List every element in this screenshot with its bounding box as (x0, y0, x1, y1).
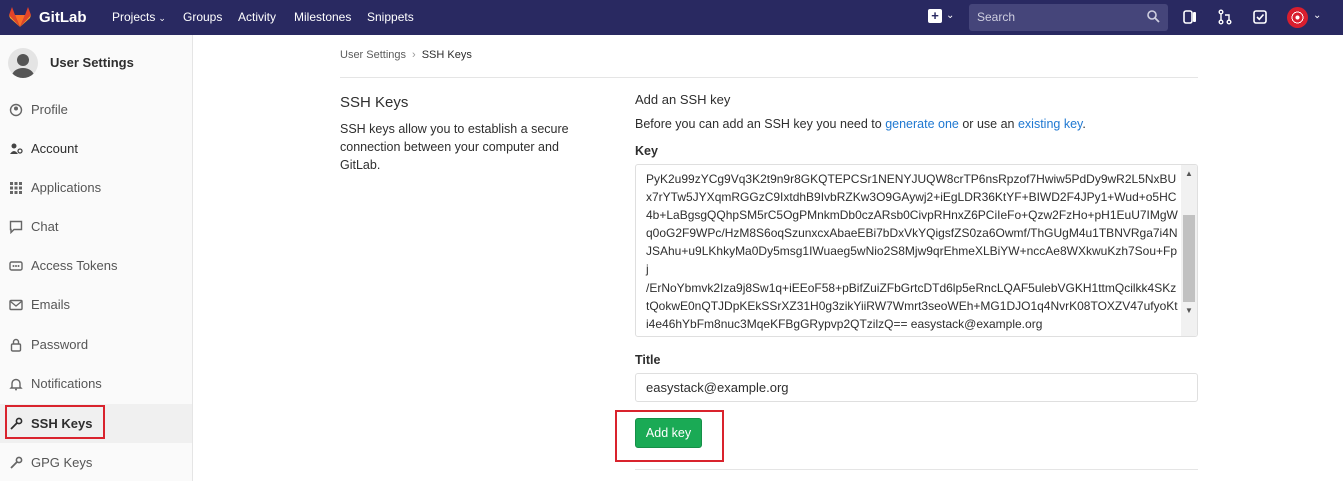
key-textarea-value[interactable]: PyK2u99zYCg9Vq3K2t9n9r8GKQTEPCSr1NENYJUQ… (646, 170, 1179, 333)
user-avatar[interactable] (1287, 7, 1308, 28)
key-icon (10, 456, 23, 469)
nav-snippets[interactable]: Snippets (367, 10, 414, 24)
existing-key-link[interactable]: existing key (1018, 117, 1082, 131)
key-label: Key (635, 144, 658, 158)
chevron-down-icon[interactable]: ⌄ (1313, 10, 1321, 21)
profile-icon (9, 103, 23, 117)
textarea-scrollbar[interactable]: ▲ ▼ (1181, 165, 1197, 336)
sidebar-item-label: Notifications (31, 376, 102, 391)
section-description: SSH keys allow you to establish a secure… (340, 122, 569, 172)
issues-icon[interactable] (1182, 9, 1198, 25)
bell-icon (9, 378, 23, 391)
merge-request-icon[interactable] (1217, 9, 1233, 25)
nav-activity[interactable]: Activity (238, 10, 276, 24)
sidebar-item-label: Applications (31, 180, 102, 195)
search-input[interactable] (977, 10, 1137, 24)
scroll-down-icon[interactable]: ▼ (1184, 306, 1194, 316)
chevron-down-icon[interactable]: ⌄ (946, 10, 954, 21)
user-avatar-icon (8, 48, 38, 78)
section-title: SSH Keys (340, 94, 409, 111)
annotation-highlight-add-key (615, 410, 724, 462)
sidebar-item-label: Chat (31, 219, 59, 234)
key-textarea[interactable]: PyK2u99zYCg9Vq3K2t9n9r8GKQTEPCSr1NENYJUQ… (635, 164, 1198, 337)
search-box[interactable] (969, 4, 1168, 31)
breadcrumb-parent-link[interactable]: User Settings (340, 49, 406, 61)
account-icon (10, 143, 23, 154)
lock-icon (10, 338, 22, 352)
breadcrumb: User Settings › SSH Keys (340, 49, 472, 61)
nav-projects[interactable]: Projects ⌄ (112, 10, 166, 24)
sidebar-item-notifications[interactable]: Notifications (0, 364, 192, 403)
divider (340, 77, 1198, 78)
sidebar-item-gpg-keys[interactable]: GPG Keys (0, 443, 192, 482)
todo-check-icon[interactable] (1252, 9, 1268, 25)
sidebar-item-profile[interactable]: Profile (0, 90, 192, 129)
sidebar-item-chat[interactable]: Chat (0, 207, 192, 246)
form-help-text: Before you can add an SSH key you need t… (635, 117, 1086, 131)
sidebar-title: User Settings (50, 55, 134, 70)
access-tokens-icon (9, 261, 23, 271)
gitlab-home-link[interactable]: GitLab (9, 7, 87, 27)
scrollbar-thumb[interactable] (1183, 215, 1195, 302)
title-input[interactable] (635, 373, 1198, 402)
chat-icon (9, 220, 23, 234)
gitlab-logo-icon (9, 7, 31, 27)
sidebar-header[interactable]: User Settings (0, 35, 192, 90)
chevron-down-icon: ⌄ (158, 13, 166, 23)
search-icon (1147, 10, 1160, 23)
email-icon (9, 299, 23, 311)
top-navbar: GitLab Projects ⌄ Groups Activity Milesto… (0, 0, 1343, 35)
sidebar-item-label: Profile (31, 102, 68, 117)
sidebar-item-emails[interactable]: Emails (0, 285, 192, 324)
sidebar-item-label: GPG Keys (31, 455, 93, 470)
scroll-up-icon[interactable]: ▲ (1184, 169, 1194, 179)
sidebar-item-access-tokens[interactable]: Access Tokens (0, 246, 192, 285)
sidebar-item-label: Password (31, 337, 89, 352)
sidebar-item-label: Emails (31, 297, 71, 312)
new-item-plus-icon[interactable]: + (928, 9, 942, 23)
sidebar-item-account[interactable]: Account (0, 129, 192, 168)
divider (635, 469, 1198, 470)
form-title: Add an SSH key (635, 92, 731, 107)
sidebar-item-label: Account (31, 141, 78, 156)
generate-one-link[interactable]: generate one (885, 117, 959, 131)
applications-icon (10, 182, 22, 194)
breadcrumb-current[interactable]: SSH Keys (422, 49, 472, 61)
sidebar-item-applications[interactable]: Applications (0, 168, 192, 207)
title-label: Title (635, 353, 661, 367)
annotation-highlight-ssh-keys (5, 405, 105, 439)
nav-milestones[interactable]: Milestones (294, 10, 351, 24)
app-name: GitLab (39, 8, 87, 26)
chevron-right-icon: › (412, 49, 416, 61)
sidebar-item-password[interactable]: Password (0, 325, 192, 364)
nav-groups[interactable]: Groups (183, 10, 222, 24)
sidebar-item-label: Access Tokens (31, 258, 118, 273)
